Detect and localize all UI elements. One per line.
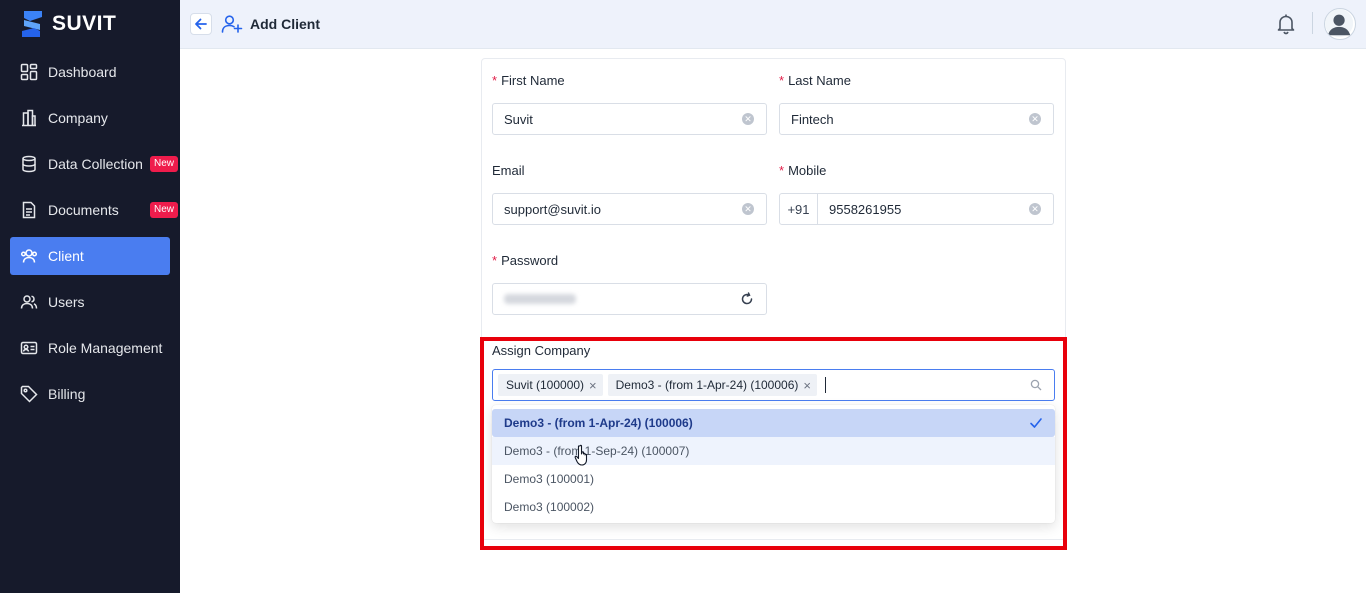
clear-icon[interactable]: ✕ (1029, 203, 1041, 215)
email-label: Email (492, 163, 525, 178)
first-name-label: * First Name (492, 73, 565, 88)
first-name-value: Suvit (504, 111, 533, 127)
last-name-input[interactable]: Fintech ✕ (779, 103, 1054, 135)
last-name-label: * Last Name (779, 73, 851, 88)
refresh-icon[interactable] (740, 292, 754, 306)
email-field: Email support@suvit.io ✕ (492, 163, 767, 225)
first-name-input[interactable]: Suvit ✕ (492, 103, 767, 135)
sidebar-item-data-collection[interactable]: Data Collection New (10, 145, 179, 183)
page-title: Add Client (250, 16, 320, 32)
first-name-field: * First Name Suvit ✕ (492, 73, 767, 135)
database-icon (20, 155, 38, 173)
sidebar-item-label: Role Management (48, 340, 163, 356)
sidebar-item-users[interactable]: Users (10, 283, 170, 321)
sidebar-item-role-management[interactable]: Role Management (10, 329, 170, 367)
header-divider (1312, 12, 1313, 34)
mobile-field: * Mobile +91 9558261955 ✕ (779, 163, 1054, 225)
suvit-logo-icon (22, 11, 42, 37)
email-value: support@suvit.io (504, 201, 602, 217)
sidebar-item-documents[interactable]: Documents New (10, 191, 179, 229)
mobile-label: * Mobile (779, 163, 827, 178)
user-group-icon (20, 293, 38, 311)
country-code-prefix[interactable]: +91 (780, 194, 818, 224)
back-button[interactable] (190, 13, 212, 35)
last-name-field: * Last Name Fintech ✕ (779, 73, 1054, 135)
email-input[interactable]: support@suvit.io ✕ (492, 193, 767, 225)
new-badge: New (150, 202, 179, 218)
highlight-box (480, 337, 1067, 550)
sidebar-item-label: Users (48, 294, 85, 310)
mobile-input[interactable]: +91 9558261955 ✕ (779, 193, 1054, 225)
user-avatar-icon (1325, 9, 1354, 38)
clear-icon[interactable]: ✕ (742, 113, 754, 125)
sidebar: SUVIT Dashboard Company Data Collection … (0, 0, 180, 593)
add-user-icon (221, 15, 243, 33)
password-label: * Password (492, 253, 559, 268)
brand-logo[interactable]: SUVIT (20, 9, 116, 39)
last-name-value: Fintech (791, 111, 834, 127)
sidebar-item-dashboard[interactable]: Dashboard (10, 53, 170, 91)
sidebar-item-label: Documents (48, 202, 119, 218)
dashboard-icon (20, 63, 38, 81)
top-header: Add Client (180, 0, 1366, 49)
sidebar-item-client[interactable]: Client (10, 237, 170, 275)
password-input[interactable] (492, 283, 767, 315)
new-badge: New (150, 156, 179, 172)
sidebar-item-company[interactable]: Company (10, 99, 170, 137)
sidebar-nav: Dashboard Company Data Collection New Do… (10, 53, 179, 421)
clear-icon[interactable]: ✕ (1029, 113, 1041, 125)
users-icon (20, 247, 38, 265)
mobile-value: 9558261955 (829, 201, 902, 217)
sidebar-item-label: Data Collection (48, 156, 143, 172)
password-field: * Password (492, 253, 767, 315)
bell-icon[interactable] (1276, 13, 1296, 35)
brand-name: SUVIT (52, 12, 117, 35)
id-card-icon (20, 339, 38, 357)
sidebar-item-label: Billing (48, 386, 86, 402)
building-icon (20, 109, 38, 127)
tag-icon (20, 385, 38, 403)
sidebar-item-billing[interactable]: Billing (10, 375, 170, 413)
sidebar-item-label: Dashboard (48, 64, 117, 80)
document-icon (20, 201, 38, 219)
avatar[interactable] (1324, 8, 1356, 40)
sidebar-item-label: Client (48, 248, 84, 264)
arrow-left-icon (195, 18, 207, 30)
password-masked-value (504, 294, 576, 304)
clear-icon[interactable]: ✕ (742, 203, 754, 215)
sidebar-item-label: Company (48, 110, 108, 126)
